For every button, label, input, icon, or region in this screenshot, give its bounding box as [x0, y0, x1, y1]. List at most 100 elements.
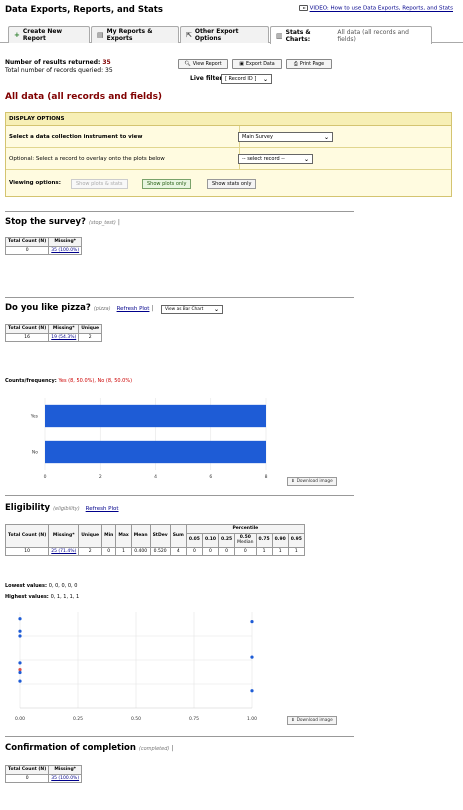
report-icon: ▤ [97, 31, 104, 39]
y-tick-label: No [32, 450, 38, 456]
instrument-label: Select a data collection instrument to v… [9, 126, 240, 147]
separator: | [151, 305, 154, 312]
export-icon: ▣ [239, 61, 245, 67]
video-icon [298, 5, 308, 11]
data-point [18, 670, 22, 675]
cell-total: 16 [4, 332, 50, 342]
overlay-value: -- select record -- [242, 156, 285, 162]
x-tick-label: 0 [44, 474, 47, 480]
separator: | [171, 745, 174, 752]
plus-icon: + [14, 31, 20, 39]
col-total-count: Total Count (N) [4, 324, 50, 334]
col-p25: 0.25 [218, 532, 236, 548]
separator: | [117, 219, 120, 226]
stats-table-pizza: Total Count (N) Missing* Unique 16 19 (54.3… [4, 324, 103, 342]
button-label: Download image [296, 479, 333, 484]
cell-sum: 4 [169, 546, 187, 556]
show-plots-stats-button[interactable]: Show plots & stats [71, 179, 128, 189]
export-data-button[interactable]: ▣ Export Data [232, 59, 282, 69]
col-p05: 0.05 [185, 532, 203, 548]
cell-p25: 0 [218, 546, 236, 556]
refresh-plot-link[interactable]: Refresh Plot [117, 306, 150, 312]
cell-p75: 1 [255, 546, 273, 556]
tab-stats-charts[interactable]: ▥ Stats & Charts: All data (all records an… [270, 26, 432, 44]
data-point [250, 620, 254, 624]
col-p90: 0.90 [271, 532, 289, 548]
chevron-down-icon: ⌄ [323, 133, 329, 141]
divider [5, 297, 354, 298]
overlay-record-select[interactable]: -- select record -- ⌄ [238, 154, 313, 164]
field-title-eligibility: Eligibility (eligibility) Refresh Plot [5, 503, 119, 513]
median-label: Median [237, 540, 254, 545]
col-unique: Unique [78, 324, 103, 334]
show-stats-only-button[interactable]: Show stats only [207, 179, 257, 189]
x-tick-label: 1.00 [247, 716, 257, 722]
instrument-select[interactable]: Main Survey ⌄ [238, 132, 333, 142]
queried-label: Total number of records queried: [5, 67, 104, 74]
data-point [18, 668, 22, 672]
col-stdev: StDev [149, 524, 171, 548]
col-missing: Missing* [48, 765, 83, 775]
highest-value: 0, 1, 1, 1, 1 [50, 594, 80, 600]
show-plots-only-button[interactable]: Show plots only [142, 179, 192, 189]
cell-total: 0 [4, 245, 50, 255]
search-icon: 🔍︎ [184, 61, 191, 67]
cell-p05: 0 [185, 546, 203, 556]
download-image-button-eligibility[interactable]: ⬇ Download image [287, 716, 337, 725]
field-variable: (eligibility) [53, 506, 80, 512]
view-as-value: View as Bar Chart [165, 307, 204, 312]
missing-link[interactable]: 35 (100.0%) [48, 773, 83, 783]
x-tick-label: 0.00 [15, 716, 25, 722]
display-options-header: DISPLAY OPTIONS [6, 113, 451, 126]
cell-mean: 0.400 [130, 546, 151, 556]
missing-link[interactable]: 35 (100.0%) [48, 245, 83, 255]
missing-link[interactable]: 25 (71.4%) [48, 546, 80, 556]
divider [5, 211, 354, 212]
refresh-plot-link[interactable]: Refresh Plot [86, 506, 119, 512]
chevron-down-icon: ⌄ [213, 306, 219, 313]
results-summary: Number of results returned: 35 Total num… [5, 59, 113, 75]
report-title: All data (all records and fields) [5, 92, 163, 102]
col-max: Max [115, 524, 132, 548]
x-tick-label: 6 [209, 474, 212, 480]
cell-stdev: 0.520 [149, 546, 171, 556]
field-title-pizza: Do you like pizza? (pizza) Refresh Plot | [5, 303, 153, 313]
col-p75: 0.75 [255, 532, 273, 548]
stats-table-eligibility: Total Count (N) Missing* Unique Min Max … [4, 524, 305, 556]
col-total-count: Total Count (N) [4, 237, 50, 247]
highest-values: Highest values: 0, 1, 1, 1, 1 [5, 594, 79, 600]
x-tick-label: 0.50 [131, 716, 141, 722]
field-label: Confirmation of completion [5, 743, 136, 753]
display-options-panel: DISPLAY OPTIONS Select a data collection… [5, 112, 452, 197]
cell-unique: 2 [78, 332, 103, 342]
video-link[interactable]: VIDEO: How to use Data Exports, Reports,… [298, 5, 453, 12]
tab-other-export-options[interactable]: ⇱ Other Export Options [180, 26, 269, 43]
field-variable: (completed) [138, 746, 170, 752]
x-tick-label: 8 [265, 474, 268, 480]
tab-my-reports[interactable]: ▤ My Reports & Exports [91, 26, 179, 43]
x-tick-label: 4 [154, 474, 157, 480]
cell-max: 1 [115, 546, 132, 556]
missing-link[interactable]: 19 (54.3%) [48, 332, 80, 342]
bar [45, 404, 266, 428]
cell-p95: 1 [287, 546, 305, 556]
tab-label: My Reports & Exports [106, 28, 153, 42]
view-report-button[interactable]: 🔍︎ View Report [178, 59, 228, 69]
data-point [18, 661, 22, 665]
col-total-count: Total Count (N) [4, 765, 50, 775]
results-value: 35 [102, 59, 111, 66]
live-filter-select[interactable]: [ Record ID ] ⌄ [221, 74, 272, 84]
download-image-button-pizza[interactable]: ⬇ Download image [287, 477, 337, 486]
print-page-button[interactable]: ⎙ Print Page [286, 59, 332, 69]
button-label: Export Data [246, 61, 275, 67]
cell-p50: 0 [234, 546, 257, 556]
counts-frequency: Counts/frequency: Yes (8, 50.0%), No (8,… [5, 378, 132, 384]
download-icon: ⬇ [291, 479, 295, 484]
field-variable: (pizza) [93, 306, 111, 312]
view-as-select[interactable]: View as Bar Chart ⌄ [161, 305, 223, 314]
counts-label: Counts/frequency: [5, 378, 57, 384]
tab-create-new-report[interactable]: + Create New Report [8, 26, 90, 43]
overlay-row: Optional: Select a record to overlay ont… [6, 148, 451, 170]
percentile-value: 0.50 [239, 534, 251, 540]
cell-unique: 2 [78, 546, 103, 556]
